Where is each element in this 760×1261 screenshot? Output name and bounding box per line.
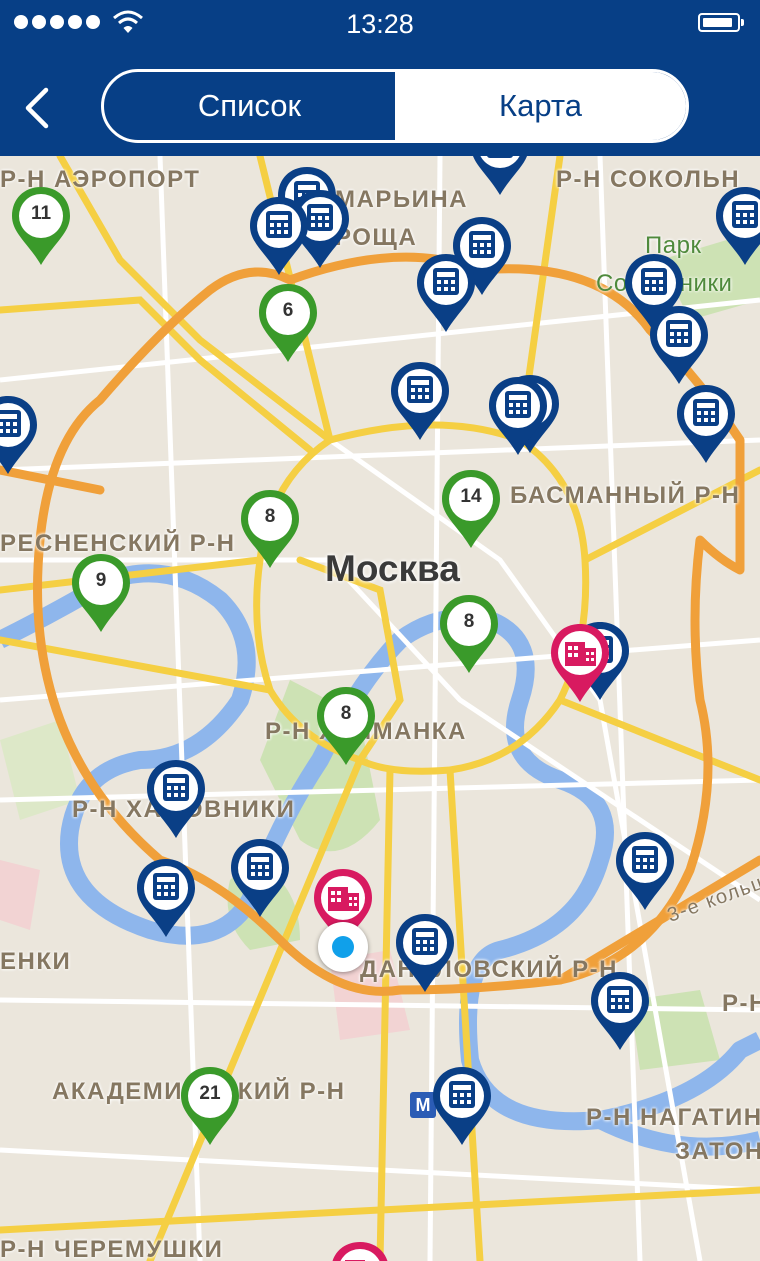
- cluster-count: 21: [199, 1083, 221, 1104]
- back-chevron-icon[interactable]: [18, 84, 58, 132]
- branch-pin[interactable]: [329, 1240, 391, 1261]
- cluster-pin[interactable]: 8: [239, 488, 301, 570]
- cluster-pin[interactable]: 21: [179, 1065, 241, 1147]
- map-view[interactable]: Р-Н АЭРОПОРТ МАРЬИНА РОЩА Р-Н СОКОЛЬН Па…: [0, 156, 760, 1261]
- cluster-count: 9: [95, 570, 107, 591]
- status-bar: 13:28: [0, 0, 760, 46]
- map-label: Р-Н ЧЕРЕМУШКИ: [0, 1236, 224, 1261]
- cluster-count: 8: [340, 703, 352, 724]
- map-label: МАРЬИНА: [335, 186, 468, 213]
- cluster-icon: [12, 187, 70, 265]
- cluster-pin[interactable]: 14: [440, 468, 502, 550]
- atm-icon: [396, 914, 454, 992]
- map-label: Р-Н СОКОЛЬН: [556, 166, 741, 193]
- atm-pin[interactable]: [415, 252, 477, 334]
- app-header: 13:28 Список Карта: [0, 0, 760, 156]
- atm-pin[interactable]: [135, 857, 197, 939]
- cluster-count: 14: [460, 486, 482, 507]
- atm-icon: [137, 859, 195, 937]
- atm-pin[interactable]: [469, 156, 531, 197]
- atm-icon: [650, 306, 708, 384]
- atm-pin[interactable]: [648, 304, 710, 386]
- atm-icon: [677, 385, 735, 463]
- map-label: ЕНКИ: [0, 948, 72, 975]
- cluster-pin[interactable]: 11: [10, 185, 72, 267]
- atm-pin[interactable]: [0, 394, 39, 476]
- cluster-count: 6: [282, 300, 294, 321]
- user-location-marker: [318, 922, 368, 972]
- cluster-count: 11: [30, 203, 52, 224]
- atm-icon: [616, 832, 674, 910]
- atm-icon: [489, 377, 547, 455]
- map-label: ЗАТОН: [675, 1138, 760, 1165]
- atm-icon: [147, 760, 205, 838]
- cluster-icon: [440, 595, 498, 673]
- atm-icon: [473, 156, 527, 195]
- cluster-pin[interactable]: 8: [438, 593, 500, 675]
- cluster-icon: [317, 687, 375, 765]
- atm-pin[interactable]: [394, 912, 456, 994]
- cluster-icon: [72, 554, 130, 632]
- cluster-icon: [259, 284, 317, 362]
- atm-icon: [231, 839, 289, 917]
- cluster-icon: [442, 470, 500, 548]
- atm-pin[interactable]: [487, 375, 549, 457]
- atm-pin[interactable]: [431, 1065, 493, 1147]
- cluster-icon: [181, 1067, 239, 1145]
- cluster-count: 8: [463, 611, 475, 632]
- atm-pin[interactable]: [589, 970, 651, 1052]
- branch-pin[interactable]: [549, 622, 611, 704]
- map-label: Р-Н НАГАТИНСКИЙ: [586, 1104, 760, 1131]
- city-label: Москва: [325, 548, 460, 589]
- atm-icon: [250, 197, 308, 275]
- tab-list[interactable]: Список: [104, 72, 395, 140]
- cluster-count: 8: [264, 506, 276, 527]
- atm-pin[interactable]: [675, 383, 737, 465]
- atm-pin[interactable]: [714, 185, 760, 267]
- atm-icon: [391, 362, 449, 440]
- atm-pin[interactable]: [389, 360, 451, 442]
- atm-icon: [716, 187, 760, 265]
- cluster-icon: [241, 490, 299, 568]
- cluster-pin[interactable]: 8: [315, 685, 377, 767]
- atm-pin[interactable]: [614, 830, 676, 912]
- cluster-pin[interactable]: 9: [70, 552, 132, 634]
- branch-icon: [332, 1242, 388, 1261]
- atm-icon: [0, 396, 37, 474]
- cluster-pin[interactable]: 6: [257, 282, 319, 364]
- tab-map[interactable]: Карта: [395, 72, 686, 140]
- atm-icon: [417, 254, 475, 332]
- atm-pin[interactable]: [145, 758, 207, 840]
- atm-icon: [591, 972, 649, 1050]
- battery-icon: [698, 13, 744, 32]
- atm-icon: [433, 1067, 491, 1145]
- map-label: Р-Н: [722, 990, 760, 1017]
- view-switch: Список Карта: [101, 69, 689, 143]
- map-label: БАСМАННЫЙ Р-Н: [510, 482, 741, 509]
- branch-icon: [551, 624, 609, 702]
- status-time: 13:28: [346, 9, 414, 39]
- atm-pin[interactable]: [248, 195, 310, 277]
- atm-pin[interactable]: [229, 837, 291, 919]
